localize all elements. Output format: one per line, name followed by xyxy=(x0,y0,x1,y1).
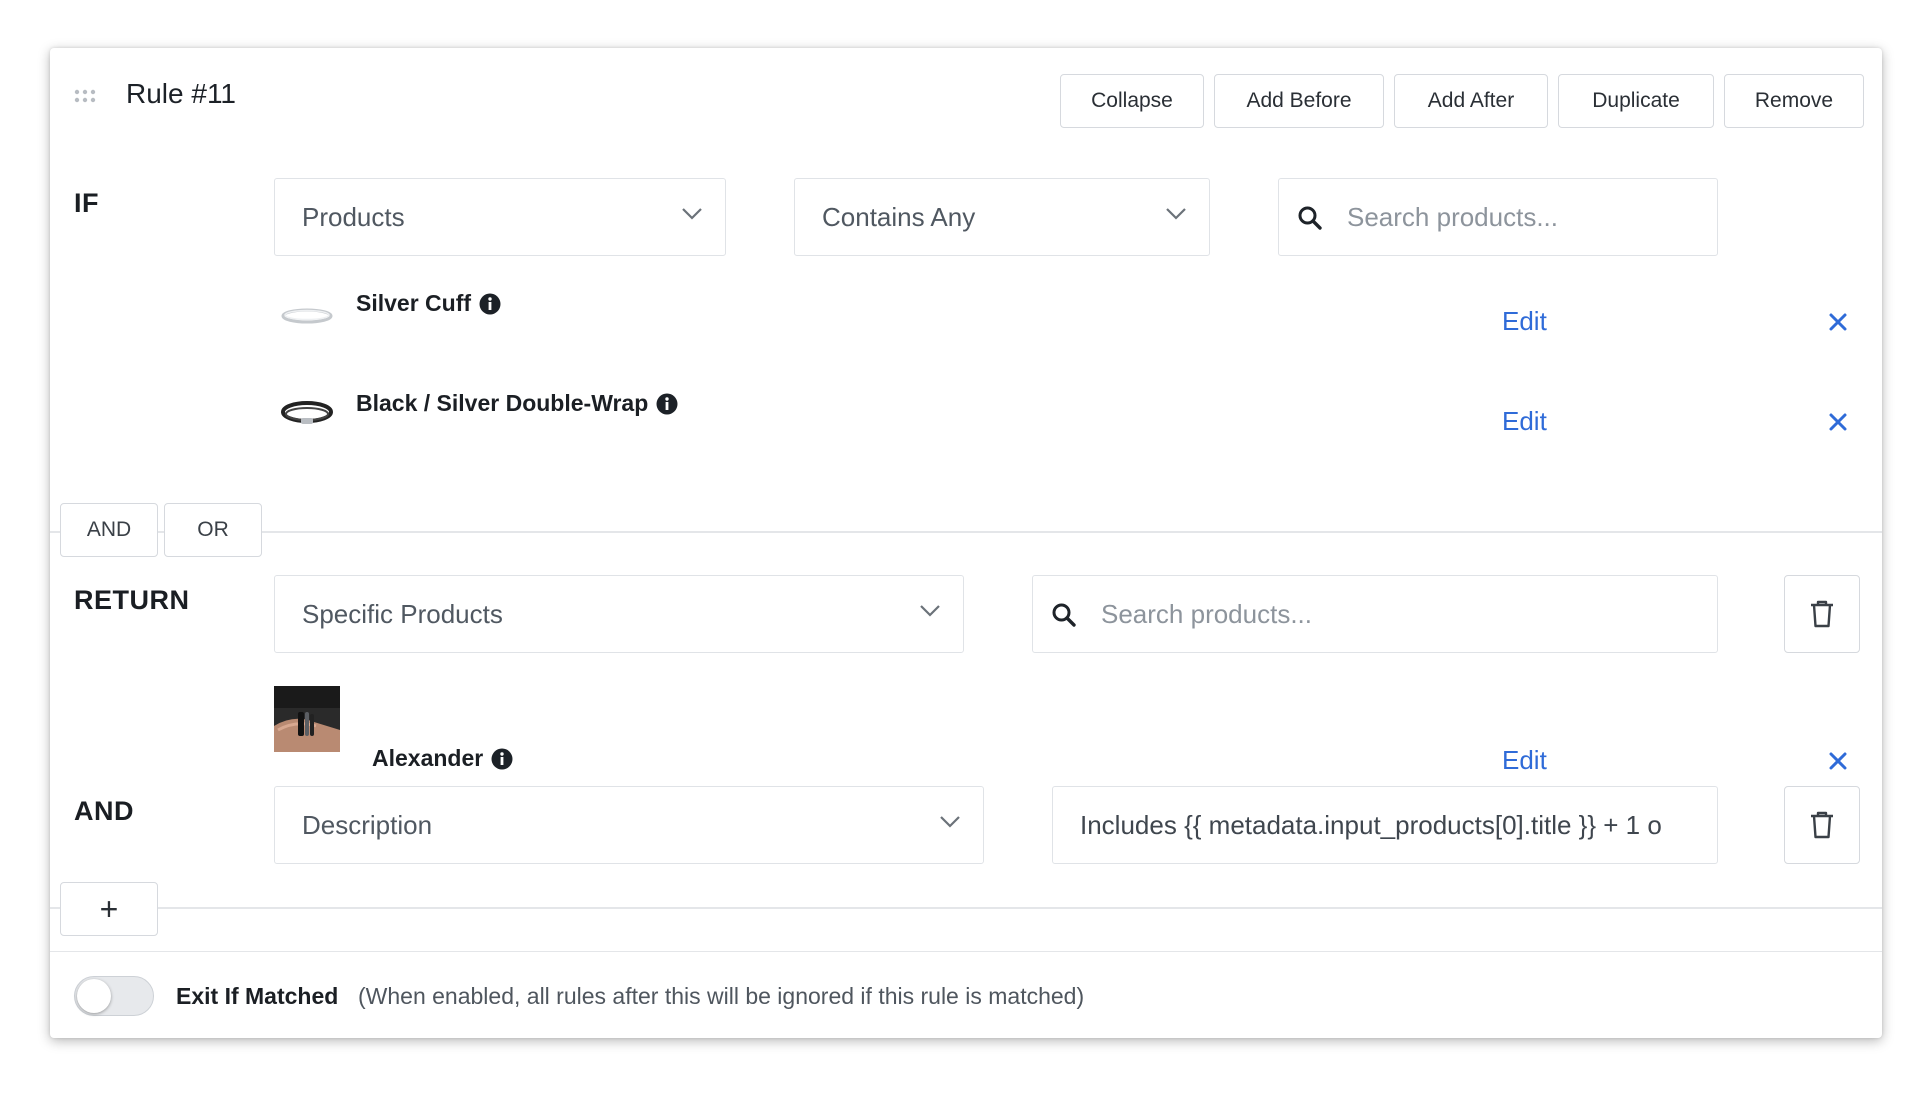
add-after-button[interactable]: Add After xyxy=(1394,74,1548,128)
rule-card: Rule #11 Collapse Add Before Add After D… xyxy=(50,48,1882,1038)
exit-if-matched-label: Exit If Matched xyxy=(176,983,339,1009)
rule-title: Rule #11 xyxy=(126,78,237,109)
product-item: Silver Cuff xyxy=(356,290,501,317)
info-icon[interactable] xyxy=(479,293,501,315)
if-field-select-value: Products xyxy=(302,201,405,232)
search-icon xyxy=(1298,206,1322,230)
drag-handle-icon[interactable] xyxy=(74,88,96,104)
edit-link[interactable]: Edit xyxy=(1502,745,1547,776)
remove-button[interactable]: Remove xyxy=(1724,74,1864,128)
product-name: Black / Silver Double-Wrap xyxy=(356,390,649,416)
product-name: Silver Cuff xyxy=(356,290,472,316)
if-operator-select-value: Contains Any xyxy=(822,201,976,232)
exit-if-matched-toggle[interactable] xyxy=(74,976,154,1016)
toggle-knob xyxy=(77,979,111,1013)
section-divider xyxy=(50,531,1882,533)
trash-icon xyxy=(1811,811,1833,839)
collapse-button[interactable]: Collapse xyxy=(1060,74,1204,128)
chevron-down-icon xyxy=(682,208,702,220)
footer-divider xyxy=(50,951,1882,952)
edit-link[interactable]: Edit xyxy=(1502,406,1547,437)
or-button[interactable]: OR xyxy=(164,503,262,557)
info-icon[interactable] xyxy=(656,393,678,415)
chevron-down-icon xyxy=(940,816,960,828)
if-product-search-input[interactable] xyxy=(1347,201,1717,233)
product-item: Black / Silver Double-Wrap xyxy=(356,390,678,417)
close-icon[interactable] xyxy=(1828,312,1848,332)
search-icon xyxy=(1052,603,1076,627)
return-product-search[interactable] xyxy=(1032,575,1718,653)
trash-icon xyxy=(1811,600,1833,628)
close-icon[interactable] xyxy=(1828,412,1848,432)
and-label: AND xyxy=(74,796,134,826)
and-field-select-value: Description xyxy=(302,809,433,840)
and-button[interactable]: AND xyxy=(60,503,158,557)
chevron-down-icon xyxy=(1166,208,1186,220)
add-condition-button[interactable]: + xyxy=(60,882,158,936)
info-icon[interactable] xyxy=(491,748,513,770)
return-type-select-value: Specific Products xyxy=(302,598,503,629)
add-divider xyxy=(50,907,1882,909)
if-product-search[interactable] xyxy=(1278,178,1718,256)
close-icon[interactable] xyxy=(1828,751,1848,771)
add-before-button[interactable]: Add Before xyxy=(1214,74,1384,128)
and-value-field[interactable] xyxy=(1052,786,1718,864)
if-field-select[interactable]: Products xyxy=(274,178,726,256)
exit-if-matched-help: (When enabled, all rules after this will… xyxy=(358,983,1085,1009)
if-label: IF xyxy=(74,188,99,218)
silver-cuff-thumbnail xyxy=(281,308,333,324)
return-label: RETURN xyxy=(74,585,190,615)
duplicate-button[interactable]: Duplicate xyxy=(1558,74,1714,128)
return-product-search-input[interactable] xyxy=(1101,598,1717,630)
delete-and-button[interactable] xyxy=(1784,786,1860,864)
alexander-thumbnail xyxy=(274,686,340,752)
product-item: Alexander xyxy=(372,745,513,772)
chevron-down-icon xyxy=(920,605,940,617)
and-field-select[interactable]: Description xyxy=(274,786,984,864)
if-operator-select[interactable]: Contains Any xyxy=(794,178,1210,256)
and-value-input[interactable] xyxy=(1080,809,1697,841)
return-type-select[interactable]: Specific Products xyxy=(274,575,964,653)
product-name: Alexander xyxy=(372,745,484,771)
delete-return-button[interactable] xyxy=(1784,575,1860,653)
edit-link[interactable]: Edit xyxy=(1502,306,1547,337)
double-wrap-thumbnail xyxy=(281,401,333,424)
